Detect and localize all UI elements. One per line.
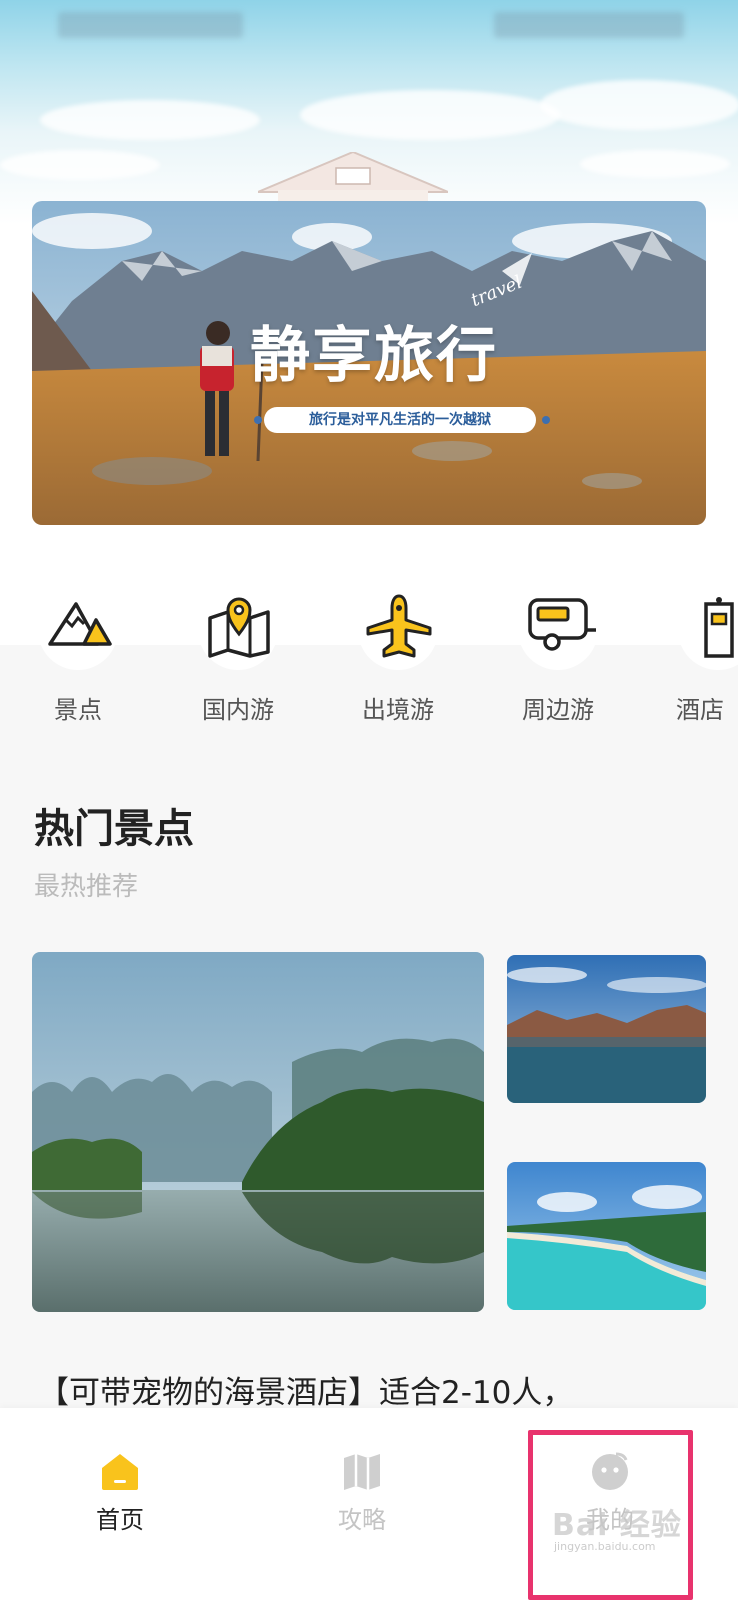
banner-subtitle-dot [254,416,262,424]
nav-home[interactable]: 首页 [20,1408,220,1568]
category-label: 景点 [54,696,102,724]
nav-label: 首页 [96,1506,144,1534]
status-bar [0,0,738,50]
map-pin-icon [198,590,278,670]
category-nearby-tour[interactable]: 周边游 [488,590,628,740]
status-carrier-signal [58,12,243,38]
category-row: 景点 国内游 出境游 周边游 酒店 [0,590,738,740]
category-outbound-tour[interactable]: 出境游 [328,590,468,740]
spot-photo-river-karst[interactable] [32,952,484,1312]
featured-card-title[interactable]: 【可带宠物的海景酒店】适合2-10人， [38,1367,738,1412]
home-icon [102,1454,138,1490]
category-label: 国内游 [202,696,274,724]
watermark-logo: Bai 经验 [552,1508,682,1543]
category-hotel[interactable]: 酒店 [648,590,738,740]
map-icon [344,1454,380,1490]
hotel-icon [678,590,738,670]
category-label: 酒店 [676,696,724,724]
spot-photo-mountain-lake[interactable] [507,955,706,1103]
status-battery-time [494,12,684,38]
banner-title: 静享旅行 [250,321,498,391]
camper-van-icon [518,590,598,670]
category-label: 出境游 [362,696,434,724]
airplane-icon [358,590,438,670]
banner-subtitle-dot [542,416,550,424]
house-illustration [258,152,448,202]
spot-photo-tropical-beach[interactable] [507,1162,706,1310]
banner-subtitle: 旅行是对平凡生活的一次越狱 [264,407,536,433]
nav-label: 攻略 [338,1506,386,1534]
nav-guide[interactable]: 攻略 [262,1408,462,1568]
promo-banner[interactable]: travel 静享旅行 旅行是对平凡生活的一次越狱 [32,201,706,525]
mountain-icon [38,590,118,670]
watermark-url: jingyan.baidu.com [554,1540,656,1553]
category-label: 周边游 [522,696,594,724]
section-title: 热门景点 [34,806,194,852]
category-domestic-tour[interactable]: 国内游 [168,590,308,740]
section-subtitle: 最热推荐 [34,872,139,902]
category-scenic-spots[interactable]: 景点 [8,590,148,740]
